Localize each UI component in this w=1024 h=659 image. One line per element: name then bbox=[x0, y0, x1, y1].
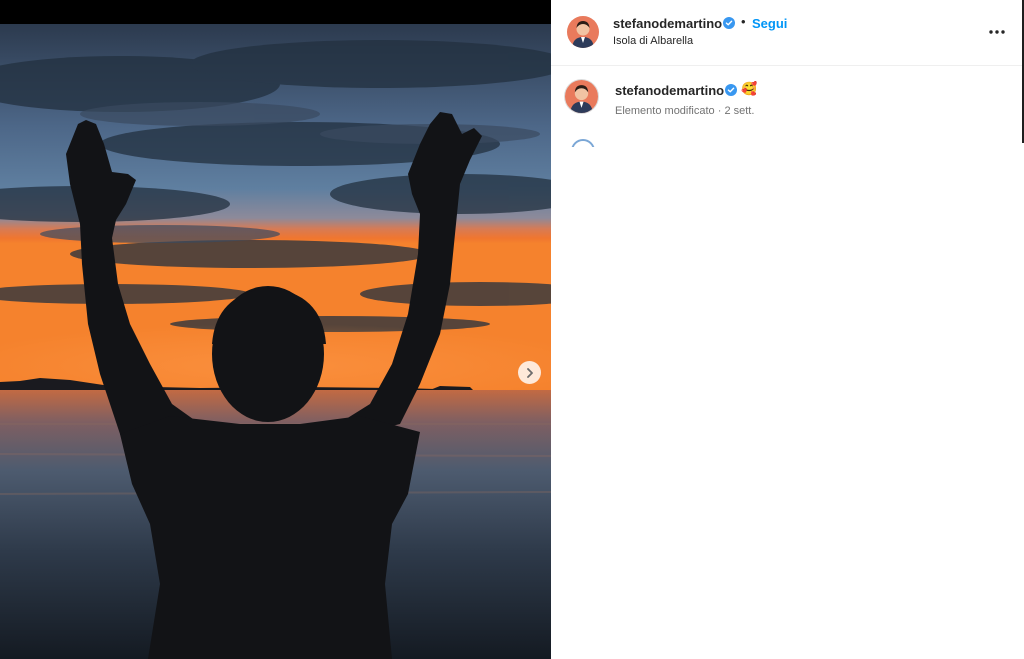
caption-emoji: 🥰 bbox=[741, 81, 758, 96]
location-link[interactable]: Isola di Albarella bbox=[613, 35, 693, 47]
verified-badge-icon bbox=[725, 84, 737, 96]
more-options-button[interactable] bbox=[987, 22, 1007, 42]
caption-meta: Elemento modificato · 2 sett. bbox=[615, 105, 754, 117]
separator-dot: • bbox=[741, 14, 746, 29]
post-modal: stefanodemartino • Segui Isola di Albare… bbox=[0, 0, 1024, 659]
media-top-bar bbox=[0, 0, 551, 24]
avatar[interactable] bbox=[567, 16, 599, 48]
sunset-silhouette-image bbox=[0, 24, 551, 659]
profile-picture bbox=[565, 80, 598, 113]
post-photo[interactable] bbox=[0, 24, 551, 659]
post-media-panel bbox=[0, 0, 551, 659]
edited-label: Elemento modificato bbox=[615, 105, 715, 117]
more-horizontal-icon bbox=[989, 30, 1005, 34]
post-time[interactable]: 2 sett. bbox=[724, 105, 754, 117]
next-comment-avatar bbox=[571, 139, 595, 147]
post-header: stefanodemartino • Segui Isola di Albare… bbox=[551, 0, 1022, 66]
next-photo-button[interactable] bbox=[518, 361, 541, 384]
verified-badge-icon bbox=[723, 17, 735, 29]
caption-username[interactable]: stefanodemartino bbox=[615, 83, 724, 98]
caption-avatar[interactable] bbox=[565, 80, 598, 113]
profile-picture bbox=[567, 16, 599, 48]
post-info-panel: stefanodemartino • Segui Isola di Albare… bbox=[551, 0, 1024, 659]
author-username[interactable]: stefanodemartino bbox=[613, 16, 722, 31]
time-separator: · bbox=[714, 105, 725, 117]
chevron-right-icon bbox=[526, 367, 533, 378]
follow-button[interactable]: Segui bbox=[752, 16, 787, 31]
